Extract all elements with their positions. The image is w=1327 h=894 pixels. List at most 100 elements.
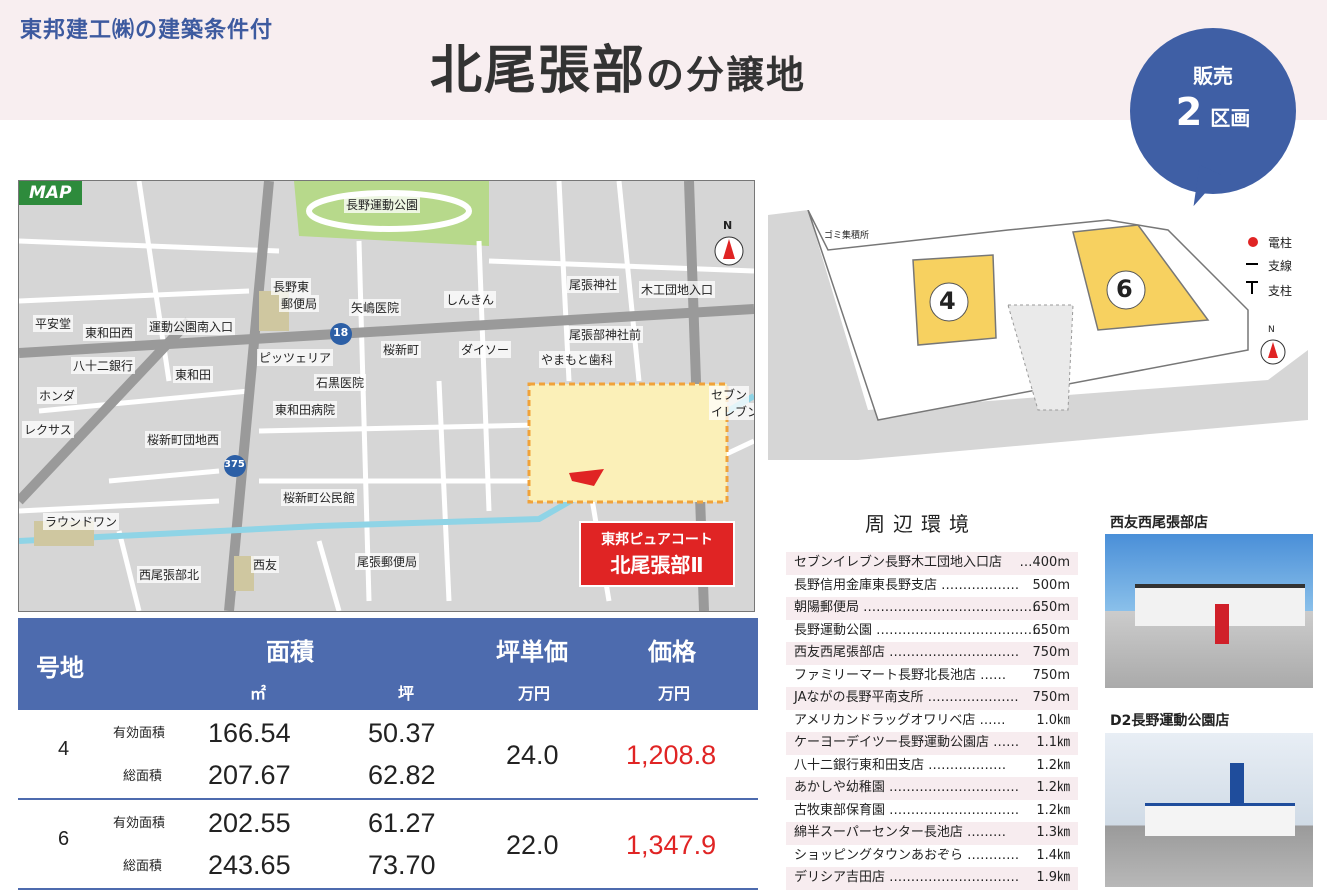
env-item-name: アメリカンドラッグオワリベ店 …… xyxy=(794,712,1006,728)
env-item-distance: 650m xyxy=(1032,622,1070,638)
h-lot: 号地 xyxy=(36,654,84,682)
env-item: ショッピングタウンあおぞら ………… 1.4㎞ xyxy=(786,845,1078,868)
eff-label: 有効面積 xyxy=(113,815,166,830)
env-item-distance: 1.2㎞ xyxy=(1036,780,1070,795)
title-main: 北尾張部 xyxy=(430,41,647,101)
price: 1,347.9 xyxy=(626,830,717,860)
photo-caption-1: 西友西尾張部店 xyxy=(1110,515,1208,531)
tot-label: 総面積 xyxy=(123,768,163,783)
project-label: 東邦ピュアコート 北尾張部Ⅱ xyxy=(579,521,735,587)
h-price: 価格 xyxy=(648,638,696,666)
env-item-distance: 1.0㎞ xyxy=(1036,712,1070,728)
map-place-label: イレブン xyxy=(709,403,754,420)
env-item-name: JAながの長野平南支所 ………………… xyxy=(794,690,1019,705)
env-item: アメリカンドラッグオワリベ店 …… 1.0㎞ xyxy=(786,710,1078,733)
legend-strut: 支柱 xyxy=(1268,284,1293,298)
map-place-label: 運動公園南入口 xyxy=(147,318,236,335)
eff-m2: 202.55 xyxy=(208,808,291,838)
photo-caption-2: D2長野運動公園店 xyxy=(1110,713,1230,729)
env-item: デリシア吉田店 ………………………… 1.9㎞ xyxy=(786,867,1078,890)
map-label: MAP xyxy=(19,181,82,205)
env-item-distance: 1.4㎞ xyxy=(1036,847,1070,863)
eff-m2: 166.54 xyxy=(208,718,291,748)
badge-unit: 区画 xyxy=(1210,106,1251,130)
env-item-name: ファミリーマート長野北長池店 …… xyxy=(794,667,1007,683)
env-title: 周辺環境 xyxy=(865,512,977,536)
env-item-name: ショッピングタウンあおぞら ………… xyxy=(794,847,1020,863)
map-place-label: 西尾張部北 xyxy=(137,566,202,583)
map-place-label: 郵便局 xyxy=(279,295,320,312)
lot-plan: 4 6 ゴミ集積所 電柱 支線 支柱 N xyxy=(768,210,1318,460)
env-item-name: 西友西尾張部店 ………………………… xyxy=(794,645,1020,660)
photo-d2 xyxy=(1105,733,1313,887)
photo-seiyu xyxy=(1105,534,1313,688)
env-item-distance: 750m xyxy=(1032,667,1070,683)
table-row: 6 有効面積 202.55 61.27 総面積 243.65 73.70 22.0 1,347.… xyxy=(18,800,758,890)
env-item-name: 古牧東部保育園 ………………………… xyxy=(794,802,1020,818)
h-area: 面積 xyxy=(266,638,314,666)
lot-4-label: 4 xyxy=(939,287,956,315)
badge-count: 2 xyxy=(1175,90,1203,134)
lot-6-label: 6 xyxy=(1116,275,1133,303)
table-rows: 4 有効面積 166.54 50.37 総面積 207.67 62.82 24.0 1,208.… xyxy=(18,710,758,890)
map-place-label: 桜新町公民館 xyxy=(281,489,358,506)
u-man2: 万円 xyxy=(658,684,691,703)
h-unit-price: 坪単価 xyxy=(496,638,568,666)
table-header: 号地 面積 坪単価 価格 ㎡ 坪 万円 万円 xyxy=(18,618,758,710)
map-north: N xyxy=(723,219,733,232)
eff-tsubo: 50.37 xyxy=(368,718,436,748)
page-title: 北尾張部の分譲地 xyxy=(430,28,806,103)
env-item-name: ケーヨーデイツー長野運動公園店 …… xyxy=(794,735,1020,750)
plan-graphic xyxy=(768,210,1308,460)
map-place-label: 長野運動公園 xyxy=(344,196,421,213)
sales-badge: 販売 2 区画 xyxy=(1130,28,1296,212)
env-item-name: 綿半スーパーセンター長池店 ……… xyxy=(794,825,1007,840)
map-place-label: 東和田 xyxy=(173,366,214,383)
env-item: ケーヨーデイツー長野運動公園店 …… 1.1㎞ xyxy=(786,732,1078,755)
env-item: JAながの長野平南支所 ………………… 750m xyxy=(786,687,1078,710)
route-375: 375 xyxy=(224,459,245,470)
u-man1: 万円 xyxy=(518,684,551,703)
map-place-label: ピッツェリア xyxy=(257,349,334,366)
map-place-label: 西友 xyxy=(251,556,280,573)
map-place-label: 尾張郵便局 xyxy=(355,553,420,570)
legend-guy: 支線 xyxy=(1268,259,1293,273)
u-m2: ㎡ xyxy=(250,684,267,703)
map-place-label: ラウンドワン xyxy=(43,513,120,530)
map-place-label: やまもと歯科 xyxy=(539,351,615,368)
map-place-label: 長野東 xyxy=(271,278,312,295)
env-item: あかしや幼稚園 ………………………… 1.2㎞ xyxy=(786,777,1078,800)
env-item-distance: 1.2㎞ xyxy=(1036,757,1070,773)
env-item-name: 長野運動公園 ………………………………… xyxy=(794,622,1046,638)
unit-price: 22.0 xyxy=(506,830,559,860)
badge-label: 販売 xyxy=(1193,64,1233,88)
plan-north: N xyxy=(1268,325,1275,335)
env-item-distance: 1.1㎞ xyxy=(1036,735,1070,750)
map-place-label: 石黒医院 xyxy=(314,374,367,391)
map-place-label: しんきん xyxy=(444,291,497,308)
map-place-label: 東和田病院 xyxy=(273,401,338,418)
env-item-distance: 500m xyxy=(1032,577,1070,593)
u-tsubo: 坪 xyxy=(398,684,415,703)
map-place-label: セブン xyxy=(709,386,750,403)
env-item-distance: 1.9㎞ xyxy=(1036,870,1070,885)
lot-number: 4 xyxy=(58,738,70,760)
map-place-label: 八十二銀行 xyxy=(71,357,136,374)
env-item: ファミリーマート長野北長池店 …… 750m xyxy=(786,665,1078,688)
env-item-distance: …400m xyxy=(1019,555,1070,570)
legend-pole: 電柱 xyxy=(1268,236,1293,250)
title-tail: の分譲地 xyxy=(646,53,807,97)
price-table: 号地 面積 坪単価 価格 ㎡ 坪 万円 万円 4 有効面積 166.54 50.37 総… xyxy=(18,618,758,890)
map-place-label: 平安堂 xyxy=(33,315,74,332)
env-item-name: デリシア吉田店 ………………………… xyxy=(794,870,1020,885)
env-item-distance: 650m xyxy=(1032,600,1070,615)
eff-tsubo: 61.27 xyxy=(368,808,436,838)
project-zone xyxy=(527,382,729,504)
env-item-name: あかしや幼稚園 ………………………… xyxy=(794,780,1020,795)
map-place-label: ダイソー xyxy=(459,341,512,358)
map-place-label: ホンダ xyxy=(37,387,78,404)
badge-count-line: 2 区画 xyxy=(1130,90,1296,134)
route-18: 18 xyxy=(333,326,349,339)
map-place-label: 矢嶋医院 xyxy=(349,299,402,316)
env-item: セブンイレブン長野木工団地入口店 …400m xyxy=(786,552,1078,575)
